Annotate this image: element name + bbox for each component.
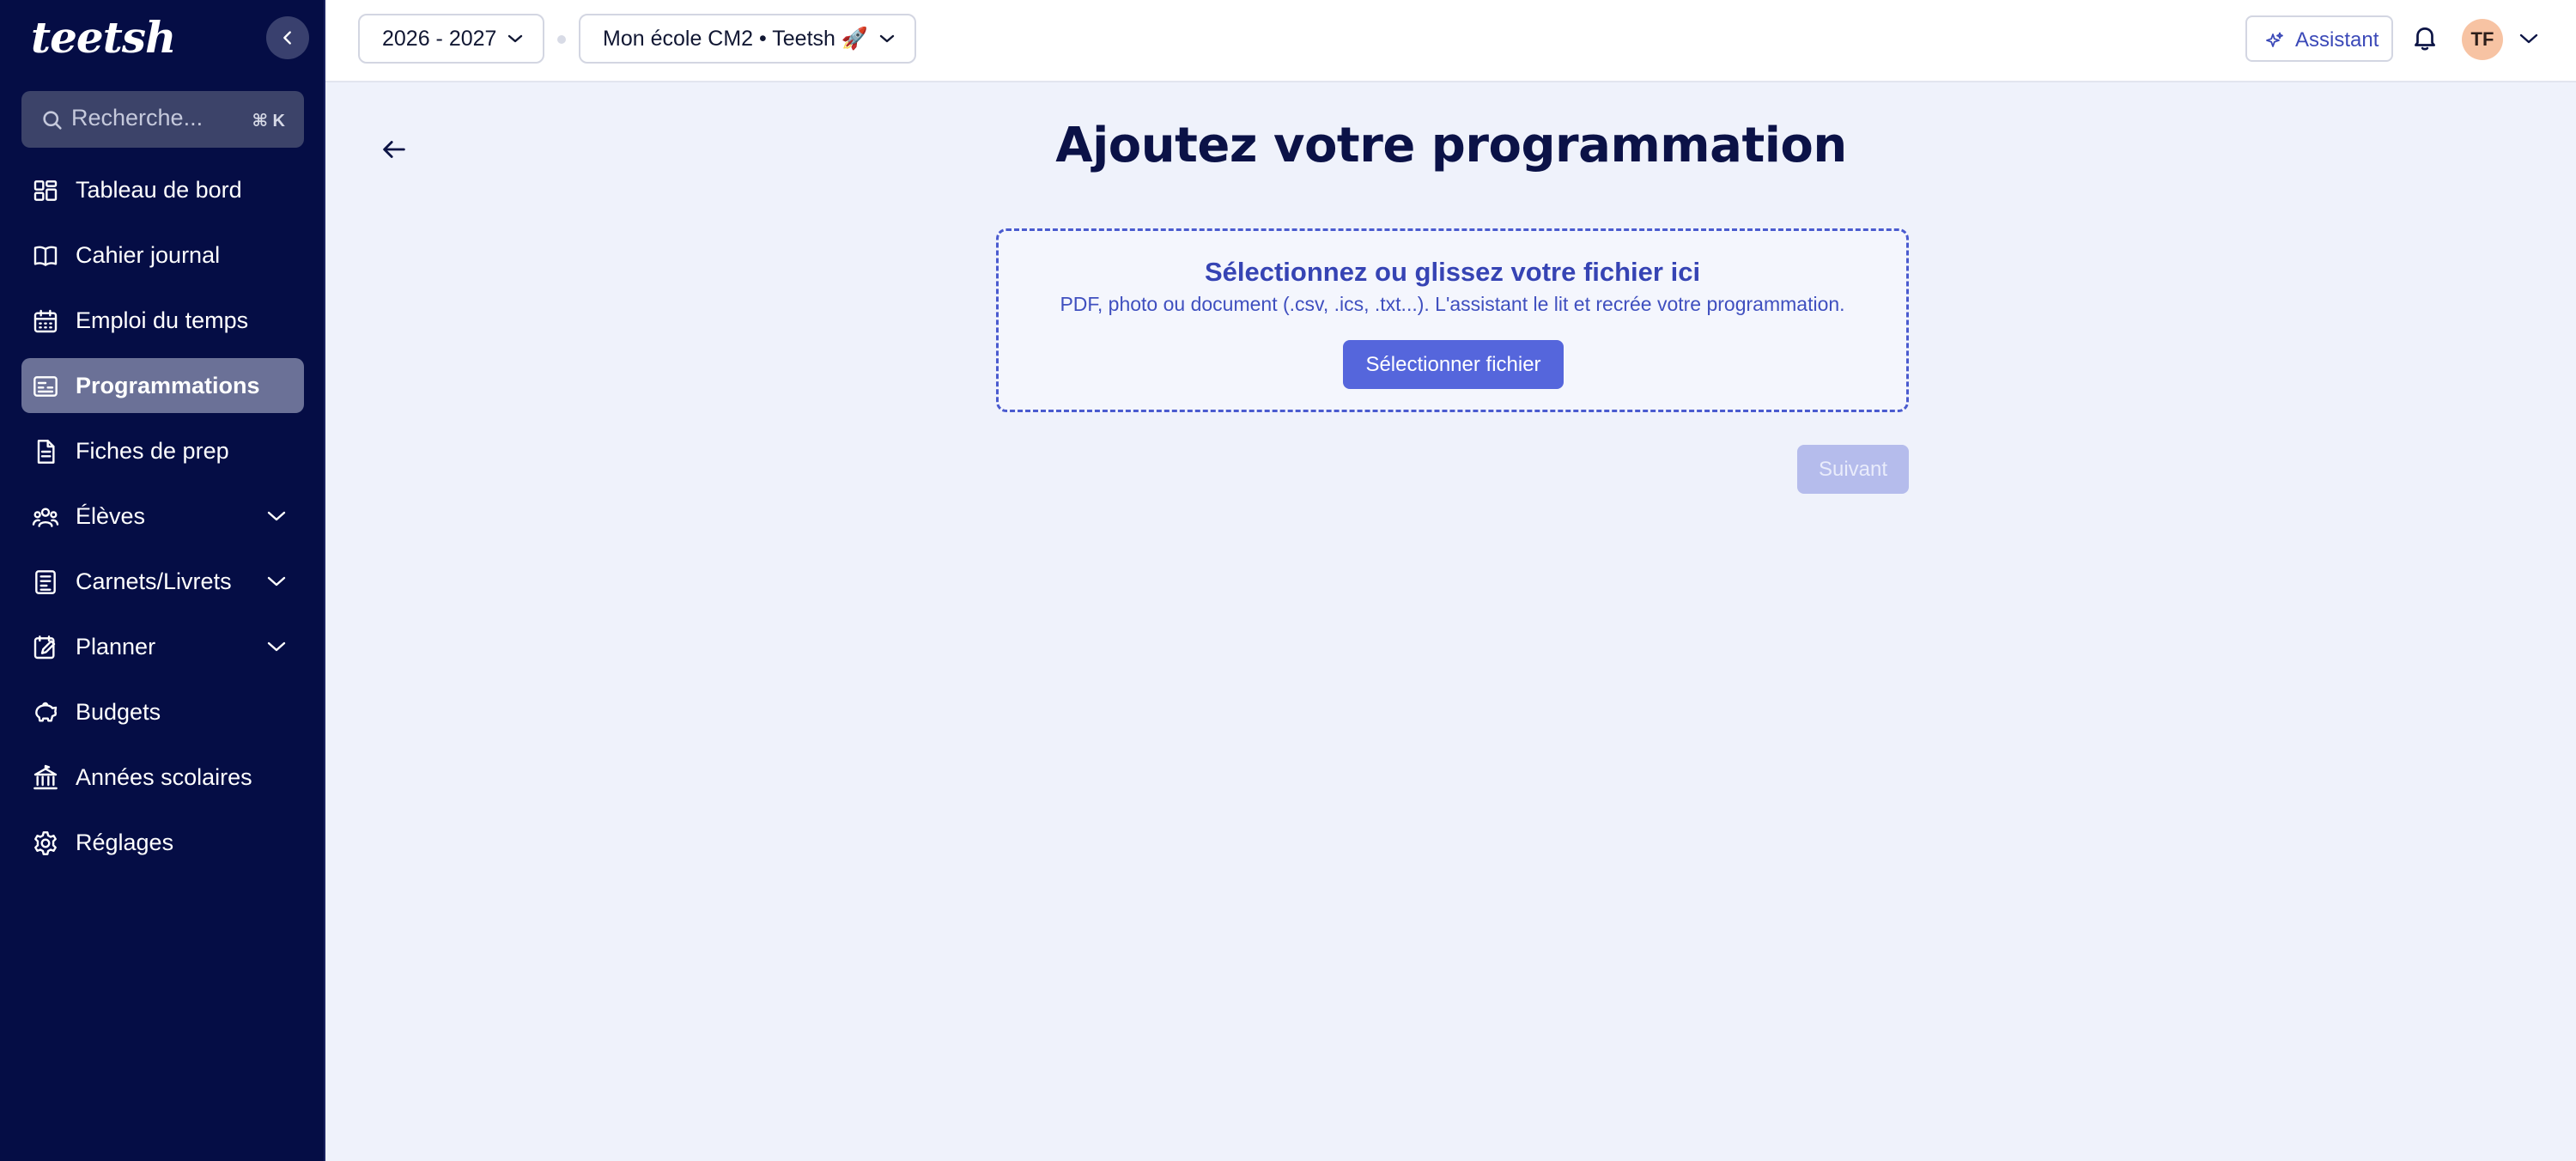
separator-dot (557, 35, 566, 44)
school-icon (33, 764, 58, 790)
search-shortcut: ⌘ K (252, 112, 285, 131)
school-year-select[interactable]: 2026 - 2027 (358, 14, 545, 64)
planner-icon (33, 635, 56, 660)
chevron-down-icon[interactable] (2518, 32, 2539, 46)
avatar[interactable]: TF (2462, 19, 2503, 60)
search-box[interactable]: Recherche... ⌘ K (21, 91, 304, 148)
piggy-bank-icon (35, 702, 58, 722)
gear-icon (34, 831, 57, 855)
chevron-down-icon (508, 34, 523, 43)
sidebar-item-label: Programmations (76, 373, 260, 398)
class-select[interactable]: Mon école CM2 • Teetsh 🚀 (579, 14, 916, 64)
sidebar-item-label: Planner (76, 634, 156, 660)
page-title: Ajoutez votre programmation (1055, 118, 1847, 173)
notebook-icon (35, 570, 56, 594)
chevron-left-icon (283, 31, 291, 45)
sidebar-item-label: Tableau de bord (76, 177, 242, 203)
sidebar-item-label: Fiches de prep (76, 438, 229, 464)
sidebar-item-planner[interactable]: Planner (21, 619, 304, 674)
programmation-icon (33, 376, 58, 397)
search-placeholder: Recherche... (71, 105, 204, 131)
chevron-down-icon[interactable] (266, 508, 287, 525)
sidebar-item-label: Années scolaires (76, 764, 252, 790)
sidebar-item-label: Élèves (76, 503, 146, 529)
students-icon (32, 508, 59, 527)
school-year-value: 2026 - 2027 (382, 26, 497, 51)
file-dropzone[interactable]: Sélectionnez ou glissez votre fichier ic… (996, 228, 1909, 412)
document-icon (37, 440, 55, 464)
sidebar-item-emploi-du-temps[interactable]: Emploi du temps (21, 293, 304, 348)
dropzone-subtitle: PDF, photo ou document (.csv, .ics, .txt… (1060, 293, 1845, 315)
collapse-sidebar-button[interactable] (266, 16, 309, 59)
sidebar-item-budgets[interactable]: Budgets (21, 684, 304, 739)
sidebar-item-label: Cahier journal (76, 242, 221, 268)
sidebar-item-programmations[interactable]: Programmations (21, 358, 304, 413)
sidebar-item-label: Budgets (76, 699, 161, 725)
sidebar-item-label: Emploi du temps (76, 307, 249, 333)
search-icon (43, 111, 62, 130)
sidebar-item-label: Carnets/Livrets (76, 568, 232, 594)
dashboard-icon (33, 180, 58, 201)
assistant-label: Assistant (2295, 28, 2379, 52)
sidebar-item-annees-scolaires[interactable]: Années scolaires (21, 750, 304, 805)
sparkles-icon (2266, 32, 2283, 47)
sidebar-item-reglages[interactable]: Réglages (21, 815, 304, 870)
sidebar-item-fiches-de-prep[interactable]: Fiches de prep (21, 423, 304, 478)
sidebar-item-cahier-journal[interactable]: Cahier journal (21, 228, 304, 283)
top-bar: 2026 - 2027 Mon école CM2 • Teetsh 🚀 Ass… (325, 0, 2576, 82)
teetsh-logo[interactable]: teetsh (31, 12, 176, 63)
sidebar-item-carnets-livrets[interactable]: Carnets/Livrets (21, 554, 304, 609)
sidebar: teetsh Recherche... ⌘ K Tableau de bord … (0, 0, 325, 1161)
back-arrow-icon[interactable] (380, 135, 409, 164)
sidebar-item-label: Réglages (76, 830, 174, 855)
sidebar-nav: Tableau de bord Cahier journal Emploi du… (21, 162, 304, 880)
dropzone-title: Sélectionnez ou glissez votre fichier ic… (1204, 257, 1701, 287)
class-value: Mon école CM2 • Teetsh 🚀 (603, 26, 868, 51)
select-file-button[interactable]: Sélectionner fichier (1343, 340, 1564, 389)
next-button[interactable]: Suivant (1797, 445, 1909, 494)
chevron-down-icon[interactable] (266, 573, 287, 590)
calendar-icon (33, 309, 58, 333)
sidebar-item-eleves[interactable]: Élèves (21, 489, 304, 544)
bell-icon[interactable] (2410, 22, 2439, 53)
chevron-down-icon[interactable] (266, 638, 287, 655)
book-icon (33, 246, 58, 266)
chevron-down-icon (879, 34, 895, 43)
sidebar-item-tableau-de-bord[interactable]: Tableau de bord (21, 162, 304, 217)
assistant-button[interactable]: Assistant (2245, 15, 2393, 62)
